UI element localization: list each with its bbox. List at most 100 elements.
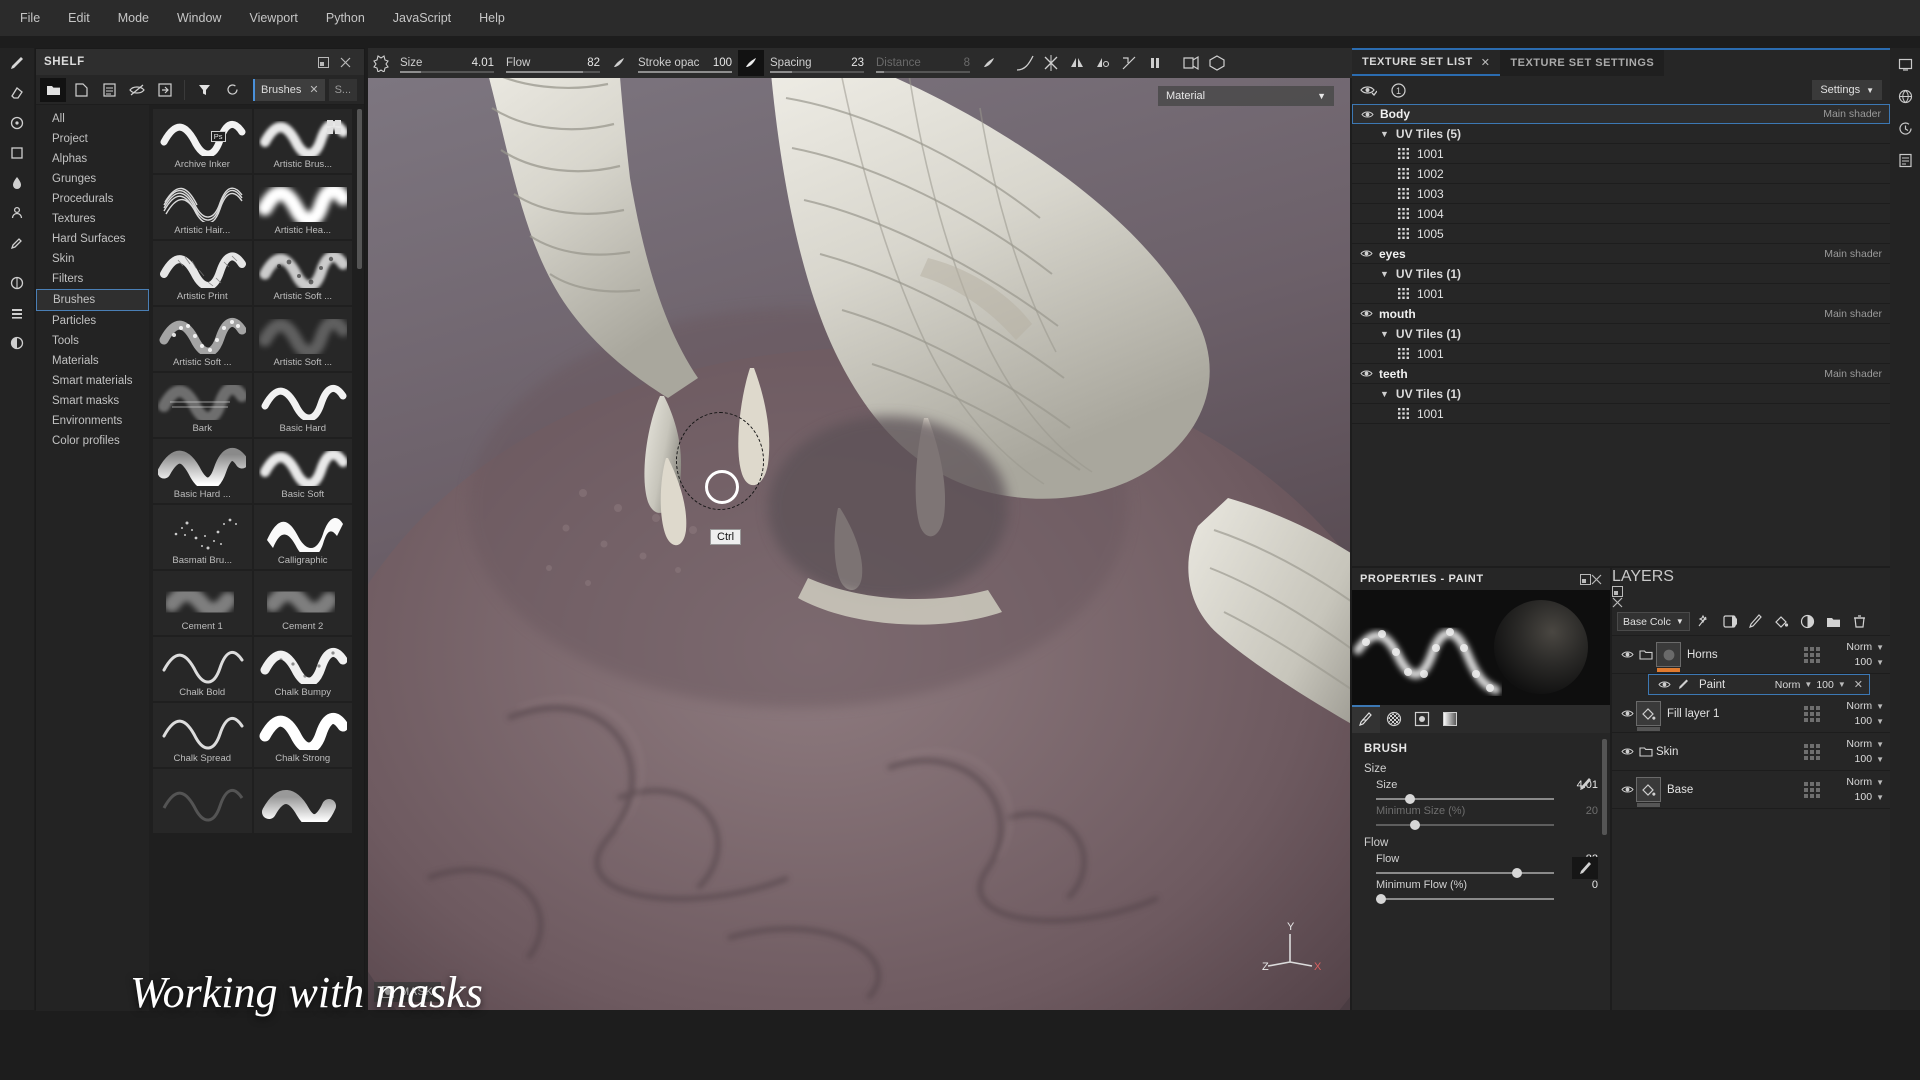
brush-cell[interactable]: Chalk Bumpy	[254, 637, 353, 701]
texture-set-visibility-icon[interactable]	[1360, 368, 1373, 379]
layer-blend-mode[interactable]: Norm	[1846, 776, 1872, 788]
shelf-category-particles[interactable]: Particles	[36, 311, 149, 331]
slider-knob[interactable]	[1405, 794, 1415, 804]
tab-brush-properties[interactable]	[1352, 705, 1380, 733]
layer-channel-dots[interactable]	[1804, 782, 1820, 798]
uv-tile-row[interactable]: 1001	[1352, 404, 1890, 424]
layer-visibility-icon[interactable]	[1655, 679, 1673, 690]
info-circle-icon[interactable]: 1	[1391, 83, 1406, 98]
symmetry-plane-icon[interactable]	[1090, 50, 1116, 76]
uv-tile-row[interactable]: 1002	[1352, 164, 1890, 184]
folder-icon[interactable]	[40, 78, 66, 102]
shelf-category-environments[interactable]: Environments	[36, 411, 149, 431]
shelf-category-procedurals[interactable]: Procedurals	[36, 189, 149, 209]
texture-set-row[interactable]: mouth Main shader	[1352, 304, 1890, 324]
param-stroke-opac[interactable]: Stroke opac 100	[632, 48, 738, 78]
brush-cell[interactable]: Artistic Soft ...	[254, 307, 353, 371]
texture-set-row[interactable]: Body Main shader	[1352, 104, 1890, 124]
refresh-icon[interactable]	[219, 78, 245, 102]
param-flow[interactable]: Flow 82	[500, 48, 606, 78]
smudge-tool-icon[interactable]	[0, 168, 34, 198]
layer-opacity[interactable]: 100	[1855, 656, 1873, 668]
add-effect-icon[interactable]	[1692, 610, 1716, 634]
hide-eye-icon[interactable]	[124, 78, 150, 102]
brush-cell[interactable]: PsArchive Inker	[153, 109, 252, 173]
properties-scrollbar[interactable]	[1602, 739, 1607, 835]
shelf-category-brushes[interactable]: Brushes	[36, 289, 149, 311]
brush-cell[interactable]: Chalk Strong	[254, 703, 353, 767]
shelf-category-alphas[interactable]: Alphas	[36, 149, 149, 169]
mask-mode-icon[interactable]	[0, 328, 34, 358]
uv-tiles-group[interactable]: ▼ UV Tiles (5)	[1352, 124, 1890, 144]
menu-javascript[interactable]: JavaScript	[379, 5, 465, 31]
add-mask-icon[interactable]	[1718, 610, 1742, 634]
tab-texture-set-list[interactable]: TEXTURE SET LIST ✕	[1352, 50, 1500, 76]
brush-cell[interactable]: Artistic Hea...	[254, 175, 353, 239]
menu-python[interactable]: Python	[312, 5, 379, 31]
add-folder-icon[interactable]	[1822, 610, 1846, 634]
display-settings-icon[interactable]	[1890, 48, 1920, 80]
brush-cell[interactable]: Calligraphic	[254, 505, 353, 569]
layer-visibility-icon[interactable]	[1618, 784, 1636, 795]
shelf-category-materials[interactable]: Materials	[36, 351, 149, 371]
layer-row[interactable]: Horns Norm ▼ 100 ▼	[1612, 636, 1890, 674]
shelf-scrollbar[interactable]	[357, 109, 362, 269]
param-spacing[interactable]: Spacing 23	[764, 48, 870, 78]
param-distance[interactable]: Distance 8	[870, 48, 976, 78]
layer-blend-mode[interactable]: Norm	[1775, 679, 1801, 691]
brush-cell[interactable]: Artistic Hair...	[153, 175, 252, 239]
texture-set-visibility-icon[interactable]	[1360, 308, 1373, 319]
visibility-eye-icon[interactable]	[1360, 83, 1377, 97]
geometry-decal-icon[interactable]	[0, 138, 34, 168]
layer-channel-dots[interactable]	[1804, 744, 1820, 760]
uv-tile-row[interactable]: 1003	[1352, 184, 1890, 204]
slider-knob[interactable]	[1512, 868, 1522, 878]
list-icon[interactable]	[96, 78, 122, 102]
cube-view-icon[interactable]	[1204, 50, 1230, 76]
menu-mode[interactable]: Mode	[104, 5, 163, 31]
slider-track[interactable]	[1376, 893, 1554, 905]
eyedropper-tool-icon[interactable]	[0, 228, 34, 258]
layers-maximize-icon[interactable]	[1612, 586, 1890, 597]
shelf-category-project[interactable]: Project	[36, 129, 149, 149]
pressure-toggle-icon[interactable]	[1572, 857, 1598, 879]
shelf-category-filters[interactable]: Filters	[36, 269, 149, 289]
brush-cell[interactable]: Cement 2	[254, 571, 353, 635]
menu-viewport[interactable]: Viewport	[235, 5, 311, 31]
pressure-toggle-icon[interactable]	[1572, 773, 1598, 795]
layer-opacity[interactable]: 100	[1816, 679, 1834, 691]
pause-viewport-icon[interactable]	[1142, 50, 1168, 76]
layer-opacity[interactable]: 100	[1855, 753, 1873, 765]
layer-visibility-icon[interactable]	[1618, 746, 1636, 757]
texture-set-visibility-icon[interactable]	[1360, 248, 1373, 259]
uv-tile-row[interactable]: 1004	[1352, 204, 1890, 224]
log-icon[interactable]	[1890, 144, 1920, 176]
texture-set-row[interactable]: teeth Main shader	[1352, 364, 1890, 384]
layer-visibility-icon[interactable]	[1618, 708, 1636, 719]
brush-cell[interactable]: Chalk Spread	[153, 703, 252, 767]
paint-tool-icon[interactable]	[0, 48, 34, 78]
grid-view-toggle-icon[interactable]	[325, 118, 343, 136]
layer-opacity[interactable]: 100	[1855, 791, 1873, 803]
brush-cell[interactable]: Cement 1	[153, 571, 252, 635]
shelf-category-color-profiles[interactable]: Color profiles	[36, 431, 149, 451]
layer-channel-dots[interactable]	[1804, 647, 1820, 663]
layer-remove-icon[interactable]: ✕	[1854, 678, 1863, 691]
brush-cell[interactable]	[153, 769, 252, 833]
tab-texture-set-settings[interactable]: TEXTURE SET SETTINGS	[1500, 50, 1664, 76]
slider-knob[interactable]	[1410, 820, 1420, 830]
filter-chip-close-icon[interactable]: ✕	[309, 83, 318, 96]
menu-help[interactable]: Help	[465, 5, 519, 31]
uv-tiles-group[interactable]: ▼ UV Tiles (1)	[1352, 324, 1890, 344]
tab-stencil-properties[interactable]	[1408, 705, 1436, 733]
layer-channel-dots[interactable]	[1804, 706, 1820, 722]
symmetry-off-icon[interactable]	[1038, 50, 1064, 76]
shelf-category-grunges[interactable]: Grunges	[36, 169, 149, 189]
new-document-icon[interactable]	[68, 78, 94, 102]
falloff-curve-icon[interactable]	[1012, 50, 1038, 76]
shelf-category-all[interactable]: All	[36, 109, 149, 129]
tab-alpha-properties[interactable]	[1380, 705, 1408, 733]
shelf-category-hard-surfaces[interactable]: Hard Surfaces	[36, 229, 149, 249]
brush-cell[interactable]: Basic Hard ...	[153, 439, 252, 503]
menu-file[interactable]: File	[6, 5, 54, 31]
